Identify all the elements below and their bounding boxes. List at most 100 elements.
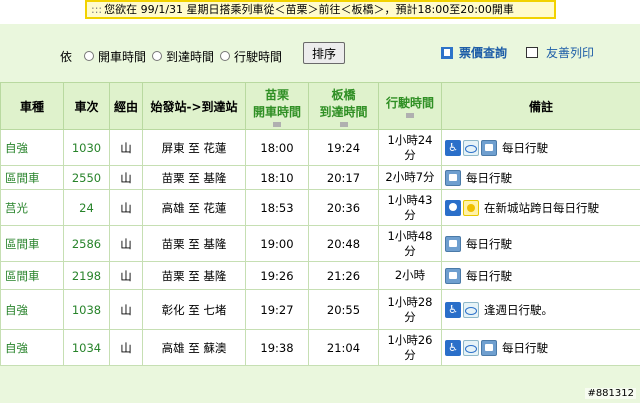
cell-arrival: 20:48 xyxy=(308,225,379,262)
radio-departure-time[interactable] xyxy=(84,51,95,61)
cell-train-number[interactable]: 1030 xyxy=(63,129,110,166)
cell-train-number[interactable]: 2198 xyxy=(63,261,110,290)
radio-departure-label: 開車時間 xyxy=(98,49,147,64)
cell-via: 山 xyxy=(109,189,143,226)
cell-via: 山 xyxy=(109,165,143,190)
cell-duration: 1小時48 分 xyxy=(378,225,442,262)
fare-query-link[interactable]: 票價查詢 xyxy=(441,44,507,61)
cell-via: 山 xyxy=(109,129,143,166)
cell-arrival: 20:36 xyxy=(308,189,379,226)
cell-departure: 19:26 xyxy=(245,261,309,290)
cell-note: 每日行駛 xyxy=(441,165,640,190)
cell-note: ♿ 每日行駛 xyxy=(441,329,640,366)
cell-duration: 2小時7分 xyxy=(378,165,442,190)
table-row: 區間車 2198 山 苗栗 至 基隆 19:26 21:26 2小時 每日行駛 xyxy=(0,261,640,290)
cell-train-type[interactable]: 自強 xyxy=(0,289,64,330)
print-link[interactable]: 友善列印 xyxy=(526,44,594,61)
sort-prefix-label: 依 xyxy=(60,49,73,64)
fare-icon xyxy=(441,46,453,59)
cell-via: 山 xyxy=(109,329,143,366)
table-row: 莒光 24 山 高雄 至 花蓮 18:53 20:36 1小時43 分 在新城站跨… xyxy=(0,189,640,226)
train-icon xyxy=(481,339,497,356)
cell-departure: 19:27 xyxy=(245,289,309,330)
header-train-type[interactable]: 車種 xyxy=(0,82,64,130)
cell-train-number[interactable]: 24 xyxy=(63,189,110,226)
header-train-number[interactable]: 車次 xyxy=(63,82,110,130)
header-duration[interactable]: 行駛時間 xyxy=(378,82,442,130)
train-icon xyxy=(445,235,461,252)
bicycle-icon xyxy=(463,139,479,156)
cell-duration: 1小時43 分 xyxy=(378,189,442,226)
sort-button[interactable]: 排序 xyxy=(303,42,345,64)
cell-train-type[interactable]: 區間車 xyxy=(0,165,64,190)
cell-train-type[interactable]: 自強 xyxy=(0,129,64,166)
cell-via: 山 xyxy=(109,289,143,330)
bicycle-icon xyxy=(463,339,479,356)
cell-arrival: 21:26 xyxy=(308,261,379,290)
cell-departure: 19:00 xyxy=(245,225,309,262)
cell-note: 每日行駛 xyxy=(441,261,640,290)
moon-icon xyxy=(463,199,479,216)
cell-train-number[interactable]: 1034 xyxy=(63,329,110,366)
cell-departure: 19:38 xyxy=(245,329,309,366)
cell-route: 彰化 至 七堵 xyxy=(142,289,246,330)
cell-route: 屏東 至 花蓮 xyxy=(142,129,246,166)
cell-note: ♿ 每日行駛 xyxy=(441,129,640,166)
cell-duration: 1小時28 分 xyxy=(378,289,442,330)
train-icon xyxy=(445,169,461,186)
cell-duration: 2小時 xyxy=(378,261,442,290)
sort-arrow-icon xyxy=(339,121,348,127)
cell-arrival: 21:04 xyxy=(308,329,379,366)
table-row: 區間車 2586 山 苗栗 至 基隆 19:00 20:48 1小時48 分 每日… xyxy=(0,225,640,262)
cell-train-number[interactable]: 1038 xyxy=(63,289,110,330)
cell-arrival: 20:17 xyxy=(308,165,379,190)
table-row: 區間車 2550 山 苗栗 至 基隆 18:10 20:17 2小時7分 每日行… xyxy=(0,165,640,190)
printer-icon xyxy=(526,47,538,58)
train-icon xyxy=(481,139,497,156)
cell-via: 山 xyxy=(109,225,143,262)
cell-route: 苗栗 至 基隆 xyxy=(142,225,246,262)
info-banner: ::: 您欲在 99/1/31 星期日搭乘列車從＜苗栗＞前往＜板橋＞，預計18:0… xyxy=(85,0,556,19)
sort-toolbar: 依 開車時間 到達時間 行駛時間 排序 票價查詢 友善列印 xyxy=(0,24,640,80)
header-route: 始發站->到達站 xyxy=(142,82,246,130)
cell-departure: 18:00 xyxy=(245,129,309,166)
sort-arrow-icon xyxy=(273,121,281,127)
table-row: 自強 1038 山 彰化 至 七堵 19:27 20:55 1小時28 分 ♿ 逢週… xyxy=(0,289,640,330)
sleeper-icon xyxy=(445,199,461,216)
print-label: 友善列印 xyxy=(546,46,595,60)
cell-departure: 18:53 xyxy=(245,189,309,226)
wheelchair-icon: ♿ xyxy=(445,301,461,318)
radio-travel-time[interactable] xyxy=(220,51,231,61)
cell-train-type[interactable]: 莒光 xyxy=(0,189,64,226)
radio-travel-label: 行駛時間 xyxy=(234,49,283,64)
table-header-row: 車種 車次 經由 始發站->到達站 苗栗 開車時間 板橋 到達時間 行駛時間 備註 xyxy=(0,82,640,130)
banner-text: 您欲在 99/1/31 星期日搭乘列車從＜苗栗＞前往＜板橋＞，預計18:00至2… xyxy=(104,3,514,16)
cell-arrival: 20:55 xyxy=(308,289,379,330)
header-via: 經由 xyxy=(109,82,143,130)
table-row: 自強 1030 山 屏東 至 花蓮 18:00 19:24 1小時24 分 ♿ 每日… xyxy=(0,129,640,166)
sort-arrow-icon xyxy=(406,113,414,118)
cell-departure: 18:10 xyxy=(245,165,309,190)
cell-train-type[interactable]: 區間車 xyxy=(0,225,64,262)
radio-arrival-label: 到達時間 xyxy=(166,49,215,64)
wheelchair-icon: ♿ xyxy=(445,139,461,156)
header-departure[interactable]: 苗栗 開車時間 xyxy=(245,82,309,130)
cell-route: 高雄 至 蘇澳 xyxy=(142,329,246,366)
image-watermark: #881312 xyxy=(585,388,636,399)
fare-query-label: 票價查詢 xyxy=(459,46,508,60)
cell-train-number[interactable]: 2586 xyxy=(63,225,110,262)
cell-train-type[interactable]: 區間車 xyxy=(0,261,64,290)
cell-note: 每日行駛 xyxy=(441,225,640,262)
wheelchair-icon: ♿ xyxy=(445,339,461,356)
cell-route: 苗栗 至 基隆 xyxy=(142,261,246,290)
cell-train-number[interactable]: 2550 xyxy=(63,165,110,190)
radio-arrival-time[interactable] xyxy=(152,51,163,61)
cell-train-type[interactable]: 自強 xyxy=(0,329,64,366)
sort-options: 依 開車時間 到達時間 行駛時間 xyxy=(60,46,282,66)
cell-route: 苗栗 至 基隆 xyxy=(142,165,246,190)
cell-route: 高雄 至 花蓮 xyxy=(142,189,246,226)
cell-duration: 1小時26 分 xyxy=(378,329,442,366)
banner-dots: ::: xyxy=(91,3,103,16)
header-arrival[interactable]: 板橋 到達時間 xyxy=(308,82,379,130)
cell-via: 山 xyxy=(109,261,143,290)
